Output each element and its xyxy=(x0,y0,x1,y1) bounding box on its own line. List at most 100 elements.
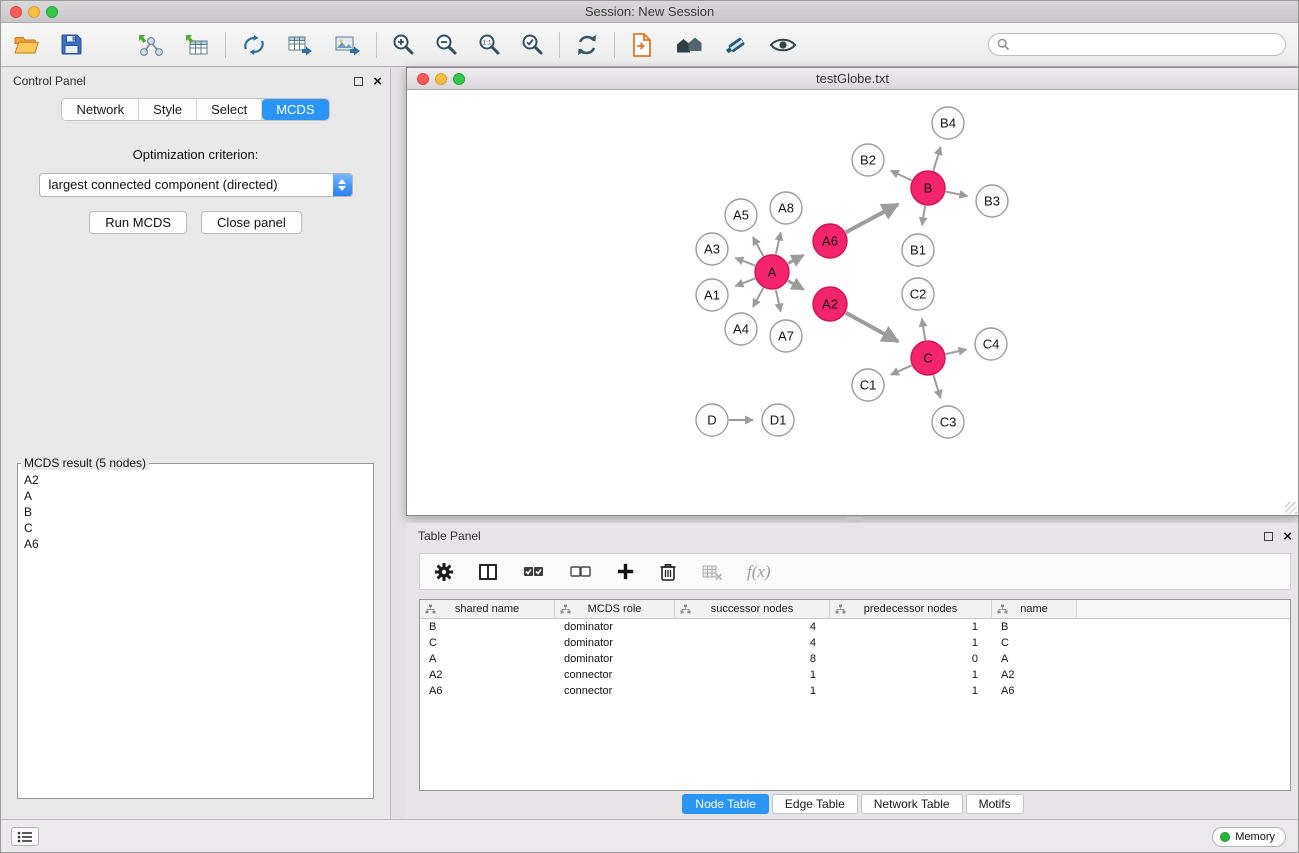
close-panel-icon[interactable]: × xyxy=(373,74,382,89)
split-panel-button[interactable] xyxy=(478,562,498,582)
table-row[interactable]: Cdominator41C xyxy=(420,635,1290,651)
table-row[interactable]: A6connector11A6 xyxy=(420,683,1290,699)
float-panel-icon[interactable] xyxy=(354,77,363,86)
node-D[interactable]: D xyxy=(696,404,728,436)
node-B[interactable]: B xyxy=(911,171,945,205)
result-item[interactable]: B xyxy=(18,504,373,520)
function-builder-button[interactable]: f(x) xyxy=(747,562,771,582)
close-panel-button[interactable]: Close panel xyxy=(201,211,302,234)
result-item[interactable]: C xyxy=(18,520,373,536)
node-D1[interactable]: D1 xyxy=(762,404,794,436)
result-item[interactable]: A2 xyxy=(18,472,373,488)
edge-A6-B[interactable] xyxy=(846,204,898,232)
table-settings-button[interactable] xyxy=(434,562,454,582)
edge-B-B1[interactable] xyxy=(922,206,925,226)
column-header-MCDS-role[interactable]: MCDS role xyxy=(555,600,675,618)
select-all-button[interactable] xyxy=(522,563,545,581)
column-header-predecessor-nodes[interactable]: predecessor nodes xyxy=(830,600,992,618)
edge-C-C3[interactable] xyxy=(933,375,940,398)
node-A3[interactable]: A3 xyxy=(696,233,728,265)
edge-A-A1[interactable] xyxy=(735,278,755,286)
node-A2[interactable]: A2 xyxy=(813,287,847,321)
task-history-button[interactable] xyxy=(11,827,39,846)
tab-edge-table[interactable]: Edge Table xyxy=(772,794,858,814)
export-table-button[interactable] xyxy=(287,33,314,57)
node-B4[interactable]: B4 xyxy=(932,107,964,139)
add-column-button[interactable] xyxy=(616,562,635,581)
zoom-out-button[interactable] xyxy=(435,33,458,56)
edge-A-A5[interactable] xyxy=(753,237,764,256)
result-item[interactable]: A6 xyxy=(18,536,373,552)
edge-A-A4[interactable] xyxy=(753,288,764,307)
search-input[interactable] xyxy=(1015,38,1277,52)
delete-column-button[interactable] xyxy=(659,562,677,582)
apply-style-button[interactable] xyxy=(723,33,749,57)
table-row[interactable]: A2connector11A2 xyxy=(420,667,1290,683)
export-network-button[interactable] xyxy=(241,33,267,57)
edge-C-C1[interactable] xyxy=(891,365,912,374)
node-C2[interactable]: C2 xyxy=(902,278,934,310)
criterion-dropdown[interactable]: largest connected component (directed) xyxy=(39,173,353,197)
table-row[interactable]: Bdominator41B xyxy=(420,619,1290,635)
deselect-all-button[interactable] xyxy=(569,563,592,581)
edge-A-A2[interactable] xyxy=(788,281,804,290)
import-table-button[interactable] xyxy=(184,33,210,57)
edge-A-A3[interactable] xyxy=(735,258,755,266)
delete-table-button[interactable] xyxy=(701,563,723,581)
node-C1[interactable]: C1 xyxy=(852,369,884,401)
node-B1[interactable]: B1 xyxy=(902,234,934,266)
duplicate-document-button[interactable] xyxy=(630,32,654,58)
window-resize-grip[interactable] xyxy=(1285,502,1297,514)
export-image-button[interactable] xyxy=(334,33,361,57)
network-window-titlebar[interactable]: testGlobe.txt xyxy=(407,68,1298,90)
dropdown-stepper-icon[interactable] xyxy=(333,174,352,196)
close-table-panel-icon[interactable]: × xyxy=(1283,529,1292,544)
tab-node-table[interactable]: Node Table xyxy=(682,794,769,814)
node-C4[interactable]: C4 xyxy=(975,328,1007,360)
edge-A2-C[interactable] xyxy=(846,313,898,342)
show-hide-button[interactable] xyxy=(769,34,797,56)
edge-B-B2[interactable] xyxy=(891,171,912,181)
open-session-button[interactable] xyxy=(13,33,40,56)
network-graph[interactable]: B4 B2 B B3 A5 A8 A6 A3 B1 A A1 C2 A2 A4 A7 C4 C C1 C3 D D1 xyxy=(407,90,1298,515)
node-C3[interactable]: C3 xyxy=(932,406,964,438)
save-session-button[interactable] xyxy=(60,33,83,56)
column-header-successor-nodes[interactable]: successor nodes xyxy=(675,600,830,618)
node-A8[interactable]: A8 xyxy=(770,192,802,224)
zoom-in-button[interactable] xyxy=(392,33,415,56)
node-A4[interactable]: A4 xyxy=(725,313,757,345)
zoom-fit-button[interactable] xyxy=(521,33,544,56)
float-table-panel-icon[interactable] xyxy=(1264,532,1273,541)
node-A7[interactable]: A7 xyxy=(770,320,802,352)
refresh-button[interactable] xyxy=(575,33,599,57)
node-C[interactable]: C xyxy=(911,341,945,375)
node-B2[interactable]: B2 xyxy=(852,144,884,176)
tab-network-table[interactable]: Network Table xyxy=(861,794,963,814)
edge-A-A6[interactable] xyxy=(788,255,804,263)
tab-mcds[interactable]: MCDS xyxy=(262,99,328,120)
network-canvas[interactable]: B4 B2 B B3 A5 A8 A6 A3 B1 A A1 C2 A2 A4 A7 C4 C C1 C3 D D1 xyxy=(407,90,1298,515)
node-A5[interactable]: A5 xyxy=(725,199,757,231)
table-row[interactable]: Adominator80A xyxy=(420,651,1290,667)
result-item[interactable]: A xyxy=(18,488,373,504)
first-neighbors-button[interactable] xyxy=(674,33,703,56)
horizontal-scrollbar-thumb[interactable] xyxy=(846,517,862,522)
node-A[interactable]: A xyxy=(755,255,789,289)
edge-C-C2[interactable] xyxy=(922,319,925,341)
node-B3[interactable]: B3 xyxy=(976,185,1008,217)
column-header-shared-name[interactable]: shared name xyxy=(420,600,555,618)
edge-A-A8[interactable] xyxy=(776,232,781,254)
edge-C-C4[interactable] xyxy=(946,349,967,354)
import-network-button[interactable] xyxy=(137,33,164,57)
run-mcds-button[interactable]: Run MCDS xyxy=(89,211,187,234)
node-A1[interactable]: A1 xyxy=(696,279,728,311)
tab-select[interactable]: Select xyxy=(197,99,262,120)
edge-B-B4[interactable] xyxy=(933,147,940,171)
tab-network[interactable]: Network xyxy=(62,99,139,120)
node-A6[interactable]: A6 xyxy=(813,224,847,258)
memory-button[interactable]: Memory xyxy=(1212,827,1286,847)
edge-B-B3[interactable] xyxy=(946,192,968,196)
edge-A-A7[interactable] xyxy=(776,290,781,312)
column-header-name[interactable]: name xyxy=(992,600,1077,618)
tab-style[interactable]: Style xyxy=(139,99,197,120)
